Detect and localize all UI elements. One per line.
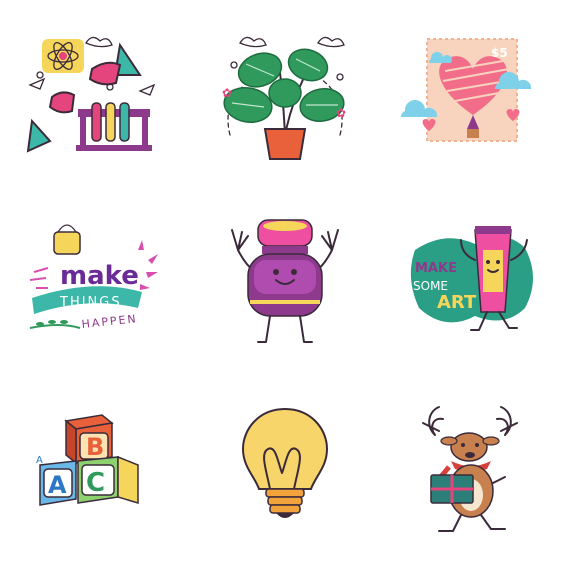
happen-label: HAPPEN [81,312,138,331]
lightbulb-lettering-icon: make THINGS HAPPEN [20,210,170,360]
paint-jar-character-icon [210,210,360,360]
light-bulb-icon [210,395,360,545]
sticker-grid: ✿ ✿ $5 make THINGS HAPPEN MAKE SOME ART … [0,0,567,567]
art-label: ART [437,292,477,313]
science-lab-icon [20,25,170,175]
paint-tube-character-icon: MAKE SOME ART [395,210,545,360]
make-label: make [60,261,139,291]
block-letter-c: C [86,468,105,498]
make-label: MAKE [415,261,457,276]
block-letter-b: B [86,433,104,461]
svg-text:✿: ✿ [336,106,346,120]
heart-balloon-stamp-icon: $5 [395,25,545,175]
block-letter-a2: A [36,455,43,466]
abc-blocks-icon: B A C A [20,395,170,545]
some-label: SOME [413,279,448,293]
svg-text:✿: ✿ [222,86,232,100]
block-letter-a1: A [48,471,67,499]
things-label: THINGS [59,295,122,310]
potted-plant-icon: ✿ ✿ [210,25,360,175]
reindeer-gift-icon [395,395,545,545]
